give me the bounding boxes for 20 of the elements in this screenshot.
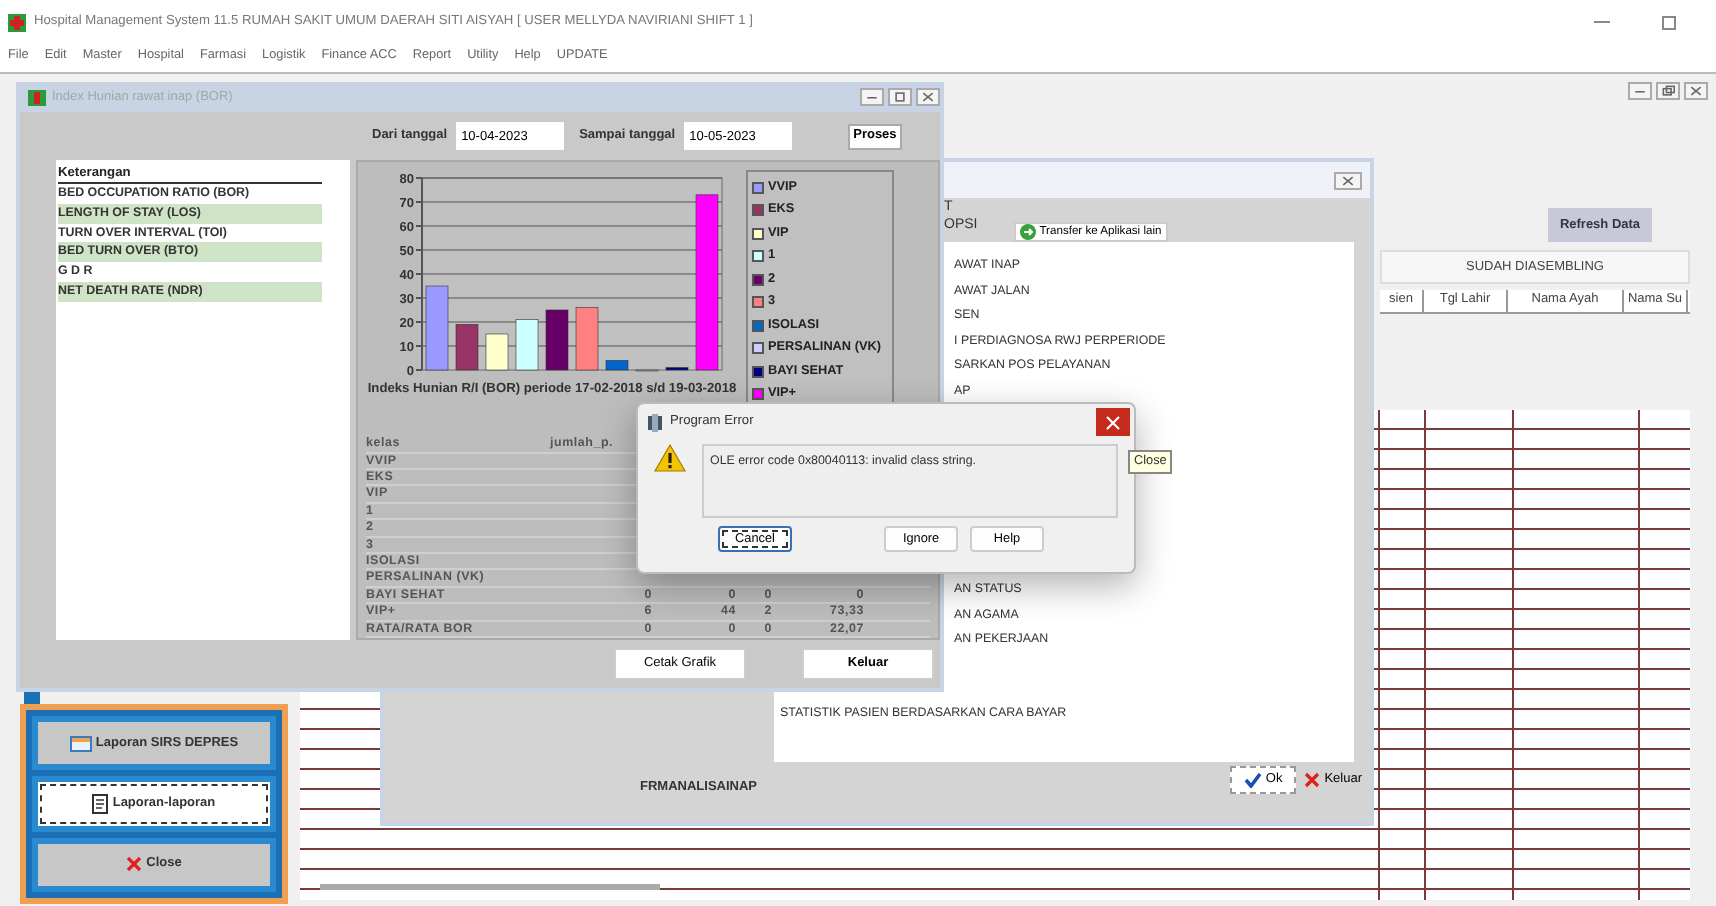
check-icon <box>1243 772 1262 788</box>
close-icon <box>126 856 143 873</box>
maximize-icon[interactable] <box>1662 15 1676 29</box>
minimize-icon[interactable] <box>1628 82 1652 100</box>
app-icon <box>8 13 26 31</box>
maximize-icon[interactable] <box>888 88 912 106</box>
app-icon <box>28 89 46 105</box>
close-icon <box>1106 415 1120 429</box>
document-icon <box>92 793 109 814</box>
close-icon[interactable] <box>916 88 940 106</box>
close-icon <box>1304 772 1321 788</box>
close-button[interactable] <box>1096 408 1130 436</box>
app-icon <box>646 413 664 431</box>
report-icon <box>69 734 92 753</box>
minimize-icon[interactable] <box>860 88 884 106</box>
scrollbar[interactable] <box>320 884 660 890</box>
close-icon[interactable] <box>1334 171 1362 189</box>
restore-icon[interactable] <box>1656 82 1680 100</box>
close-icon[interactable] <box>1684 82 1708 100</box>
warning-icon <box>654 444 686 472</box>
